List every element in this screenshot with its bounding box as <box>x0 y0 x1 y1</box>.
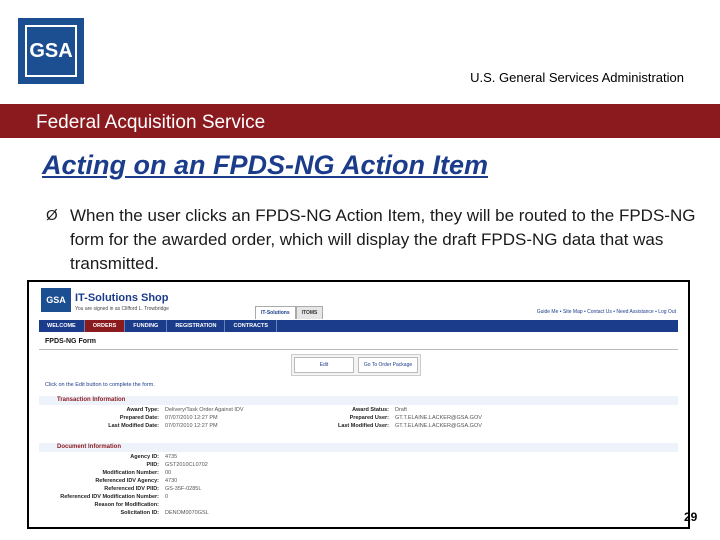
document-section-header: Document Information <box>39 443 678 452</box>
field-value: 07/07/2010 12:27 PM <box>165 423 218 429</box>
field-value: Delivery/Task Order Against IDV <box>165 407 244 413</box>
edit-hint: Click on the Edit button to complete the… <box>45 382 155 388</box>
field-value: GS-35F-0285L <box>165 486 202 492</box>
gsa-logo: GSA <box>18 18 84 84</box>
menu-registration[interactable]: REGISTRATION <box>167 320 226 332</box>
field-value: GT.T.ELAINE.LACKER@GSA.GOV <box>395 415 482 421</box>
field-label: Prepared Date: <box>119 415 159 421</box>
agency-name: U.S. General Services Administration <box>470 70 684 85</box>
tab-itoms[interactable]: ITOMS <box>295 306 324 319</box>
tab-it-solutions[interactable]: IT-Solutions <box>255 306 296 319</box>
go-to-order-package-button[interactable]: Go To Order Package <box>358 357 418 373</box>
action-bar: Edit Go To Order Package <box>291 354 421 376</box>
field-label: PIID: <box>146 462 159 468</box>
field-value: 4735 <box>165 454 178 460</box>
menu-welcome[interactable]: WELCOME <box>39 320 85 332</box>
bullet-text: When the user clicks an FPDS-NG Action I… <box>70 206 696 273</box>
edit-button[interactable]: Edit <box>294 357 354 373</box>
menu-funding[interactable]: FUNDING <box>125 320 168 332</box>
bullet-point: Ø When the user clicks an FPDS-NG Action… <box>46 204 696 276</box>
gsa-logo-text: GSA <box>25 25 77 77</box>
field-label: Agency ID: <box>130 454 159 460</box>
field-label: Solicitation ID: <box>120 510 160 516</box>
shop-name: IT-Solutions Shop <box>75 292 169 304</box>
slide-title: Acting on an FPDS-NG Action Item <box>42 150 489 180</box>
transaction-section-header: Transaction Information <box>39 396 678 405</box>
field-value: 00 <box>165 470 172 476</box>
field-label: Referenced IDV Agency: <box>95 478 159 484</box>
menu-orders[interactable]: ORDERS <box>84 320 126 332</box>
form-header: FPDS-NG Form <box>39 334 678 350</box>
field-value: 0 <box>165 494 169 500</box>
shop-gsa-logo: GSA <box>41 288 71 312</box>
field-label: Modification Number: <box>102 470 159 476</box>
field-value: GT.T.ELAINE.LACKER@GSA.GOV <box>395 423 482 429</box>
field-label: Reason for Modification: <box>94 502 159 508</box>
field-label: Prepared User: <box>349 415 389 421</box>
field-label: Last Modified Date: <box>108 423 159 429</box>
form-title: FPDS-NG Form <box>45 338 96 345</box>
field-value: Draft <box>395 407 407 413</box>
field-value: 07/07/2010 12:27 PM <box>165 415 218 421</box>
field-label: Award Status: <box>352 407 389 413</box>
field-label: Award Type: <box>126 407 160 413</box>
field-label: Referenced IDV Modification Number: <box>60 494 159 500</box>
top-tabs: IT-Solutions ITOMS <box>255 306 324 319</box>
field-label: Referenced IDV PIID: <box>104 486 159 492</box>
bullet-arrow-icon: Ø <box>46 207 58 224</box>
field-value: GST2010CL0702 <box>165 462 208 468</box>
shop-header: GSA IT-Solutions Shop You are signed in … <box>29 282 688 319</box>
field-value: DENOM0070GSL <box>165 510 209 516</box>
field-label: Last Modified User: <box>337 423 389 429</box>
menu-contracts[interactable]: CONTRACTS <box>225 320 278 332</box>
signed-in-text: You are signed in as Clifford L. Trowbri… <box>75 306 169 312</box>
utility-links[interactable]: Guide Me • Site Map • Contact Us • Need … <box>537 309 676 315</box>
service-banner: Federal Acquisition Service <box>0 104 720 138</box>
embedded-screenshot: GSA IT-Solutions Shop You are signed in … <box>27 280 690 529</box>
main-menu: WELCOME ORDERS FUNDING REGISTRATION CONT… <box>39 320 678 332</box>
page-number: 29 <box>684 510 698 524</box>
field-value: 4730 <box>165 478 178 484</box>
